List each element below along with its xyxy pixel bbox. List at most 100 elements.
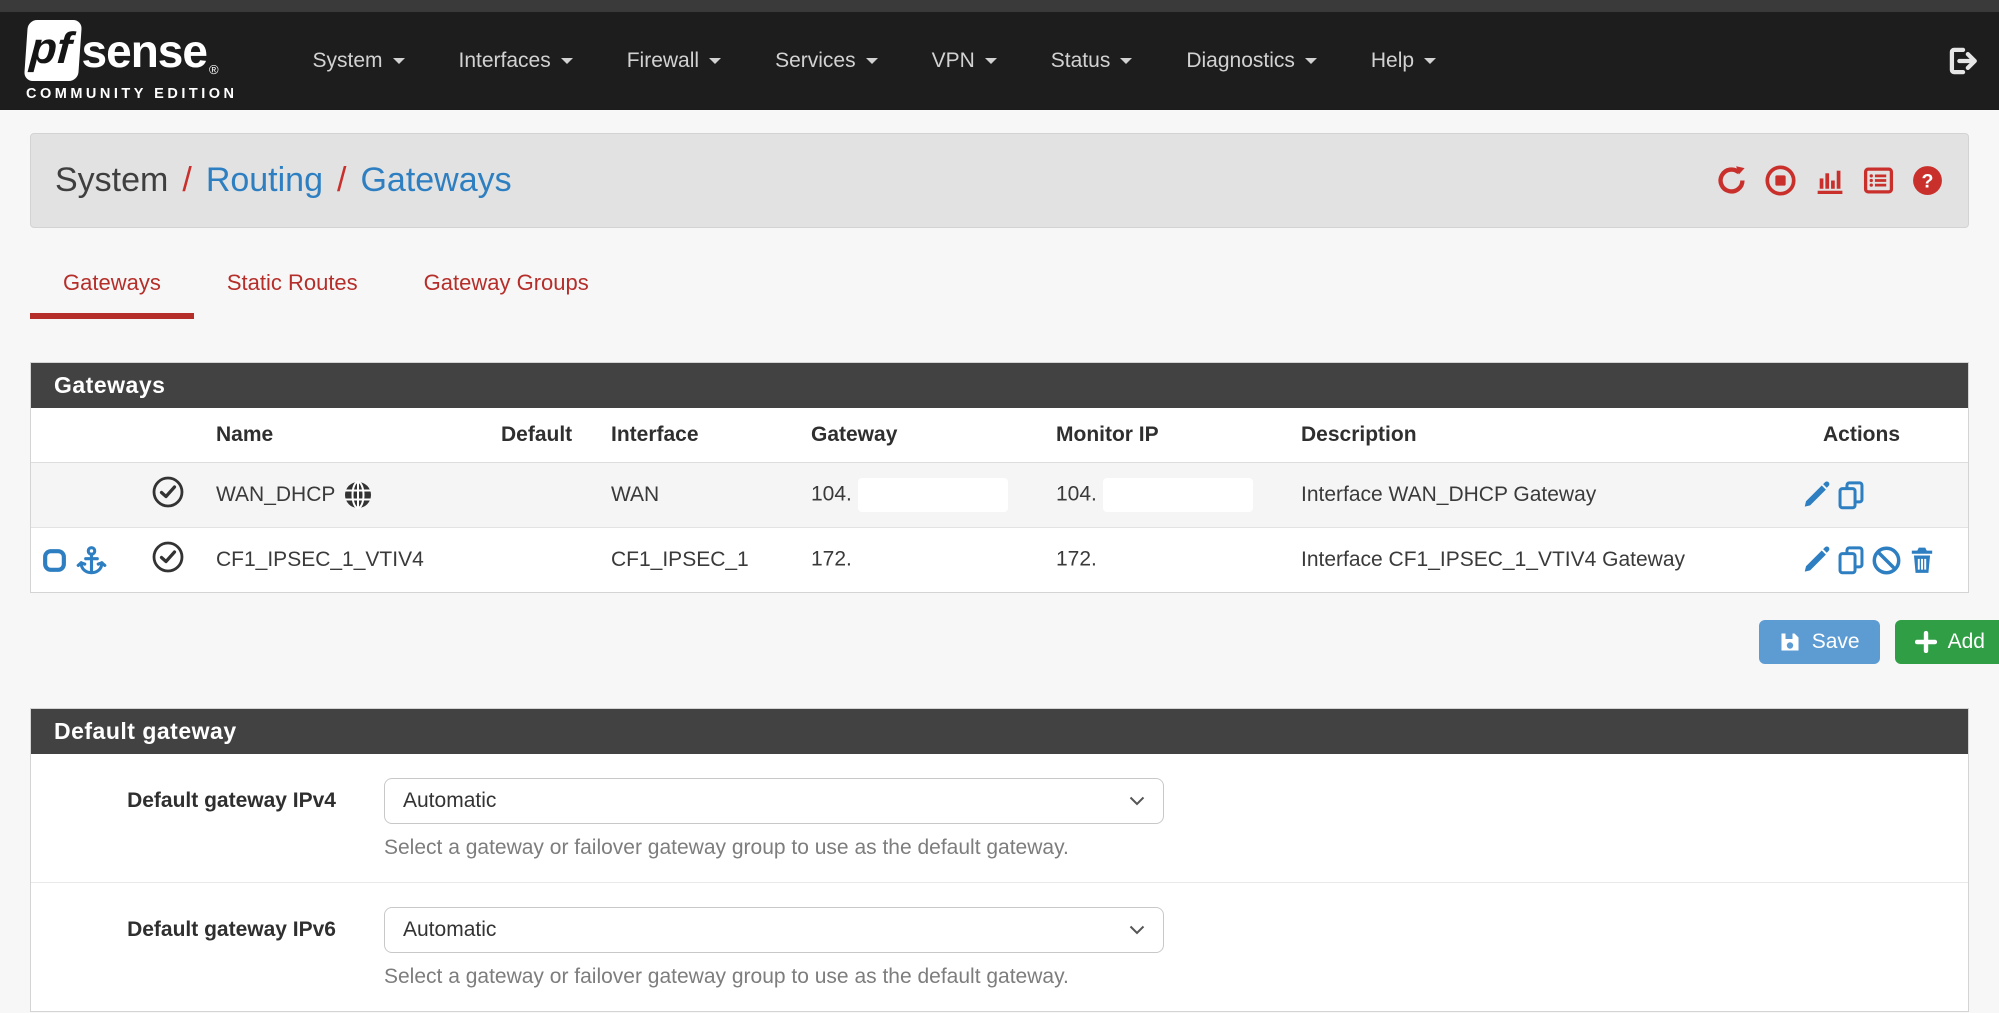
plus-icon xyxy=(1915,631,1937,653)
main-menu: System Interfaces Firewall Services VPN … xyxy=(285,35,1463,87)
breadcrumb: System / Routing / Gateways xyxy=(55,161,512,200)
tab-gateways[interactable]: Gateways xyxy=(30,270,194,319)
menu-diagnostics[interactable]: Diagnostics xyxy=(1159,35,1344,87)
breadcrumb-bar: System / Routing / Gateways ? xyxy=(30,133,1969,228)
col-header-name: Name xyxy=(206,408,491,463)
chevron-down-icon xyxy=(1129,925,1145,935)
default-gateway-ipv6-label: Default gateway IPv6 xyxy=(31,907,336,989)
form-row-ipv4: Default gateway IPv4 Automatic Select a … xyxy=(31,754,1968,883)
check-circle-icon xyxy=(151,540,185,574)
add-button[interactable]: Add xyxy=(1895,620,1999,664)
chart-icon[interactable] xyxy=(1813,164,1846,197)
table-header-row: Name Default Interface Gateway Monitor I… xyxy=(31,408,1968,463)
table-row: WAN_DHCP WAN 104. 104. Interface WAN_DHC… xyxy=(31,463,1968,528)
gateway-name: WAN_DHCP xyxy=(216,483,335,507)
caret-down-icon xyxy=(1305,58,1317,64)
col-header-actions: Actions xyxy=(1791,408,1968,463)
redacted-value xyxy=(858,543,1008,577)
default-gateway-ipv6-select[interactable]: Automatic xyxy=(384,907,1164,953)
selected-value: Automatic xyxy=(403,918,496,942)
globe-icon xyxy=(343,480,373,510)
interface-cell: CF1_IPSEC_1 xyxy=(601,528,801,593)
breadcrumb-separator: / xyxy=(182,161,191,200)
tab-static-routes[interactable]: Static Routes xyxy=(194,270,391,319)
gateway-ip: 172. xyxy=(811,548,852,571)
default-gateway-ipv4-label: Default gateway IPv4 xyxy=(31,778,336,860)
logo-pf-mark: pf xyxy=(24,20,82,81)
help-text: Select a gateway or failover gateway gro… xyxy=(384,965,1164,989)
col-header-gateway: Gateway xyxy=(801,408,1046,463)
default-gateway-panel-title: Default gateway xyxy=(31,709,1968,754)
page-action-icons: ? xyxy=(1715,164,1944,197)
edit-icon[interactable] xyxy=(1801,545,1831,575)
breadcrumb-separator: / xyxy=(337,161,346,200)
anchor-icon xyxy=(76,545,107,576)
col-header-default: Default xyxy=(491,408,601,463)
save-icon xyxy=(1779,631,1801,653)
redacted-value xyxy=(858,478,1008,512)
pfsense-logo[interactable]: pf sense ® COMMUNITY EDITION xyxy=(26,20,237,102)
menu-system[interactable]: System xyxy=(285,35,431,87)
caret-down-icon xyxy=(561,58,573,64)
square-icon xyxy=(41,547,68,574)
routing-tabs: Gateways Static Routes Gateway Groups xyxy=(30,270,1969,319)
gateway-ip: 104. xyxy=(811,483,852,506)
logo-sense-text: sense xyxy=(82,24,207,78)
navbar: pf sense ® COMMUNITY EDITION System Inte… xyxy=(0,12,1999,110)
refresh-icon[interactable] xyxy=(1715,164,1748,197)
interface-cell: WAN xyxy=(601,463,801,528)
caret-down-icon xyxy=(866,58,878,64)
gateway-name: CF1_IPSEC_1_VTIV4 xyxy=(206,528,491,593)
caret-down-icon xyxy=(393,58,405,64)
copy-icon[interactable] xyxy=(1836,545,1866,575)
col-header-interface: Interface xyxy=(601,408,801,463)
default-gateway-panel: Default gateway Default gateway IPv4 Aut… xyxy=(30,708,1969,1012)
menu-help[interactable]: Help xyxy=(1344,35,1463,87)
gateways-panel-title: Gateways xyxy=(31,363,1968,408)
redacted-value xyxy=(1103,543,1253,577)
default-cell xyxy=(491,463,601,528)
check-circle-icon xyxy=(151,475,185,509)
monitor-ip: 172. xyxy=(1056,548,1097,571)
selected-value: Automatic xyxy=(403,789,496,813)
delete-icon[interactable] xyxy=(1907,545,1937,575)
monitor-ip: 104. xyxy=(1056,483,1097,506)
top-strip xyxy=(0,0,1999,12)
help-icon[interactable]: ? xyxy=(1911,164,1944,197)
registered-mark: ® xyxy=(209,62,219,77)
table-actions: Save Add xyxy=(30,620,1999,664)
help-text: Select a gateway or failover gateway gro… xyxy=(384,836,1164,860)
copy-icon[interactable] xyxy=(1836,480,1866,510)
redacted-value xyxy=(1103,478,1253,512)
log-icon[interactable] xyxy=(1862,164,1895,197)
breadcrumb-gateways-link[interactable]: Gateways xyxy=(360,161,511,200)
caret-down-icon xyxy=(1120,58,1132,64)
menu-services[interactable]: Services xyxy=(748,35,905,87)
save-button[interactable]: Save xyxy=(1759,620,1880,664)
description-cell: Interface WAN_DHCP Gateway xyxy=(1291,463,1791,528)
default-gateway-ipv4-select[interactable]: Automatic xyxy=(384,778,1164,824)
default-cell xyxy=(491,528,601,593)
col-header-description: Description xyxy=(1291,408,1791,463)
breadcrumb-routing-link[interactable]: Routing xyxy=(206,161,323,200)
menu-firewall[interactable]: Firewall xyxy=(600,35,748,87)
stop-icon[interactable] xyxy=(1764,164,1797,197)
caret-down-icon xyxy=(985,58,997,64)
col-header-monitor-ip: Monitor IP xyxy=(1046,408,1291,463)
gateways-panel: Gateways Name Default Interface Gateway … xyxy=(30,362,1969,593)
breadcrumb-system: System xyxy=(55,161,168,200)
description-cell: Interface CF1_IPSEC_1_VTIV4 Gateway xyxy=(1291,528,1791,593)
ban-icon[interactable] xyxy=(1871,545,1902,576)
caret-down-icon xyxy=(709,58,721,64)
form-row-ipv6: Default gateway IPv6 Automatic Select a … xyxy=(31,883,1968,1011)
gateways-table: Name Default Interface Gateway Monitor I… xyxy=(31,408,1968,592)
menu-status[interactable]: Status xyxy=(1024,35,1160,87)
tab-gateway-groups[interactable]: Gateway Groups xyxy=(391,270,622,319)
edit-icon[interactable] xyxy=(1801,480,1831,510)
menu-interfaces[interactable]: Interfaces xyxy=(432,35,600,87)
svg-text:?: ? xyxy=(1922,171,1934,193)
logo-edition-text: COMMUNITY EDITION xyxy=(26,86,237,102)
menu-vpn[interactable]: VPN xyxy=(905,35,1024,87)
caret-down-icon xyxy=(1424,58,1436,64)
sign-out-icon[interactable] xyxy=(1945,44,1979,78)
